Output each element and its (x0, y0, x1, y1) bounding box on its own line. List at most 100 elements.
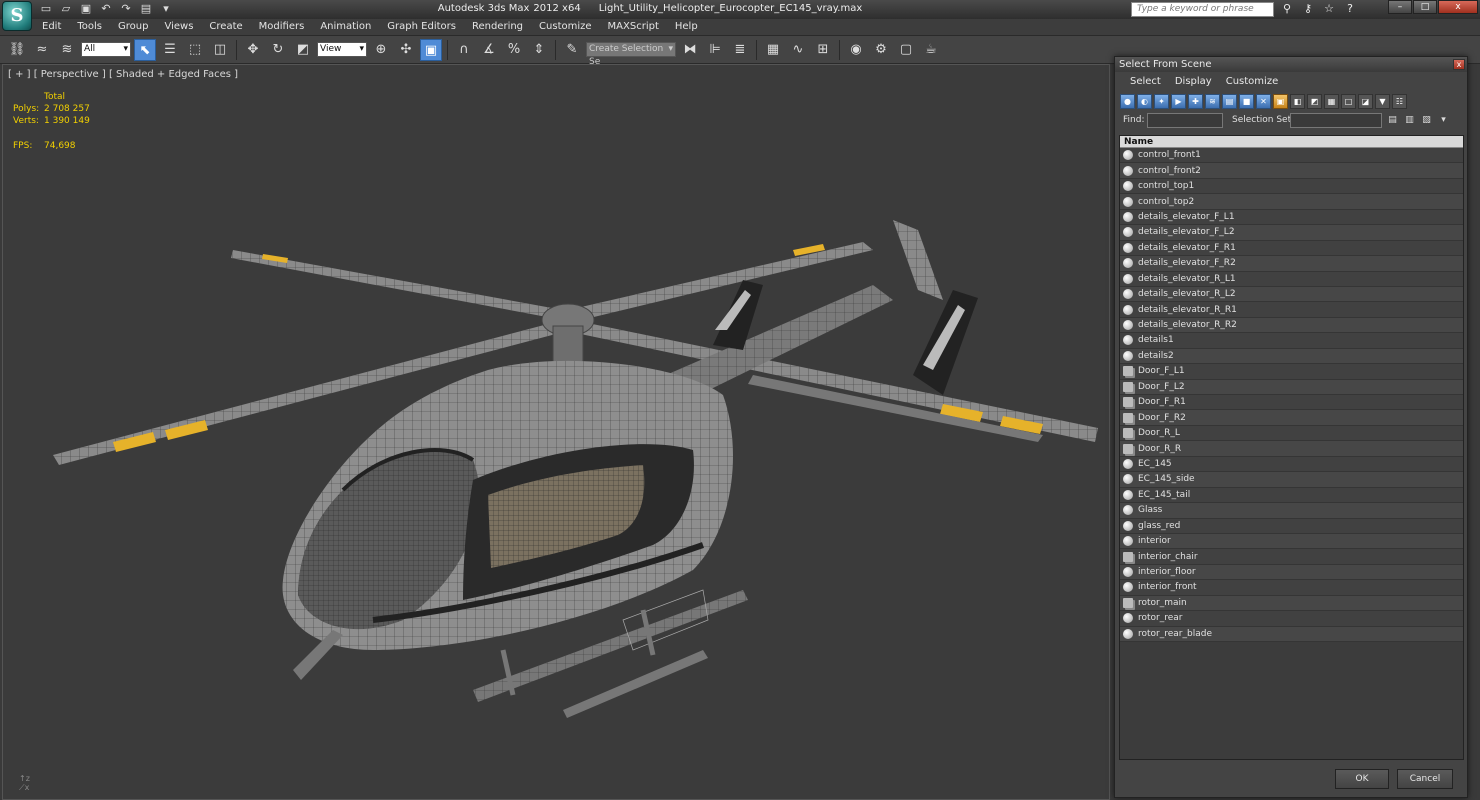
help-icon[interactable]: ? (1341, 1, 1359, 17)
named-selection-dropdown[interactable]: Create Selection Se (586, 42, 676, 67)
search-input[interactable]: Type a keyword or phrase (1131, 2, 1274, 17)
list-item[interactable]: Door_F_R2 (1120, 410, 1463, 426)
display-groups-icon[interactable]: ▤ (1222, 93, 1237, 109)
list-item[interactable]: EC_145 (1120, 456, 1463, 473)
angle-snap-icon[interactable]: ∡ (478, 39, 500, 61)
list-item[interactable]: control_front2 (1120, 163, 1463, 179)
display-space-warps-icon[interactable]: ≋ (1205, 93, 1220, 109)
find-input[interactable] (1147, 113, 1223, 128)
list-item[interactable]: control_top1 (1120, 178, 1463, 195)
window-crossing-icon[interactable]: ◫ (209, 39, 231, 61)
scale-icon[interactable]: ◩ (292, 39, 314, 61)
ok-button[interactable]: OK (1335, 769, 1389, 789)
layer-manager-icon[interactable]: ≣ (729, 39, 751, 61)
app-logo-icon[interactable]: S (2, 1, 32, 31)
dialog-menu-customize[interactable]: Customize (1219, 72, 1286, 91)
spinner-snap-icon[interactable]: ⇕ (528, 39, 550, 61)
perspective-viewport[interactable]: [ + ] [ Perspective ] [ Shaded + Edged F… (2, 64, 1110, 800)
rotate-icon[interactable]: ↻ (267, 39, 289, 61)
create-selection-set-icon[interactable]: ▤ (1386, 114, 1399, 127)
list-item[interactable]: details_elevator_F_L2 (1120, 225, 1463, 241)
list-item[interactable]: details_elevator_F_R1 (1120, 240, 1463, 257)
display-hidden-icon[interactable]: ◩ (1307, 93, 1322, 109)
display-lights-icon[interactable]: ✦ (1154, 93, 1169, 109)
list-item[interactable]: Door_R_L (1120, 425, 1463, 442)
graphite-ribbon-icon[interactable]: ▦ (762, 39, 784, 61)
menu-rendering[interactable]: Rendering (464, 20, 531, 34)
list-item[interactable]: details_elevator_R_L1 (1120, 271, 1463, 287)
bind-space-warp-icon[interactable]: ≋ (56, 39, 78, 61)
display-containers-icon[interactable]: ▣ (1273, 93, 1288, 109)
mirror-icon[interactable]: ⧓ (679, 39, 701, 61)
list-item[interactable]: rotor_main (1120, 595, 1463, 612)
dialog-close-icon[interactable]: x (1453, 59, 1465, 70)
edit-named-selection-icon[interactable]: ✎ (561, 39, 583, 61)
binoculars-icon[interactable]: ⚲ (1278, 1, 1296, 17)
list-item[interactable]: control_top2 (1120, 194, 1463, 210)
list-item[interactable]: details_elevator_F_R2 (1120, 256, 1463, 272)
dialog-title[interactable]: Select From Scene (1115, 57, 1467, 72)
list-item[interactable]: Door_F_L1 (1120, 364, 1463, 380)
display-frozen-icon[interactable]: ◧ (1290, 93, 1305, 109)
material-editor-icon[interactable]: ◉ (845, 39, 867, 61)
display-xrefs-icon[interactable]: ■ (1239, 93, 1254, 109)
list-item[interactable]: rotor_rear (1120, 611, 1463, 627)
display-bones-icon[interactable]: ✕ (1256, 93, 1271, 109)
display-cameras-icon[interactable]: ▶ (1171, 93, 1186, 109)
select-manipulate-icon[interactable]: ✣ (395, 39, 417, 61)
dialog-menu-display[interactable]: Display (1168, 72, 1219, 91)
add-to-selection-set-icon[interactable]: ▧ (1420, 114, 1433, 127)
key-icon[interactable]: ⚷ (1299, 1, 1317, 17)
list-item[interactable]: Door_R_R (1120, 441, 1463, 457)
menu-create[interactable]: Create (201, 20, 250, 34)
snap-toggle-icon[interactable]: ∩ (453, 39, 475, 61)
minimize-button[interactable]: – (1388, 0, 1412, 14)
menu-group[interactable]: Group (110, 20, 156, 34)
menu-edit[interactable]: Edit (34, 20, 69, 34)
list-item[interactable]: interior (1120, 533, 1463, 550)
selection-set-dropdown[interactable] (1290, 113, 1382, 128)
curve-editor-icon[interactable]: ∿ (787, 39, 809, 61)
menu-views[interactable]: Views (156, 20, 201, 34)
chevron-down-icon[interactable]: ▾ (1437, 114, 1450, 127)
menu-graph-editors[interactable]: Graph Editors (379, 20, 464, 34)
display-geometry-icon[interactable]: ● (1120, 93, 1135, 109)
scene-object-list[interactable]: Name control_front1 control_front2 control… (1119, 135, 1464, 760)
cancel-button[interactable]: Cancel (1397, 769, 1453, 789)
list-item[interactable]: EC_145_tail (1120, 487, 1463, 504)
rendered-frame-window-icon[interactable]: ▢ (895, 39, 917, 61)
schematic-view-icon[interactable]: ⊞ (812, 39, 834, 61)
dialog-menu-select[interactable]: Select (1123, 72, 1168, 91)
remove-selection-set-icon[interactable]: ▥ (1403, 114, 1416, 127)
list-item[interactable]: interior_floor (1120, 564, 1463, 581)
reference-coordinate-dropdown[interactable]: View (317, 42, 367, 57)
list-item[interactable]: interior_front (1120, 580, 1463, 596)
percent-snap-icon[interactable]: % (503, 39, 525, 61)
list-item[interactable]: details2 (1120, 348, 1463, 365)
list-item[interactable]: Door_F_R1 (1120, 395, 1463, 411)
list-item[interactable]: details_elevator_R_R2 (1120, 317, 1463, 334)
select-none-icon[interactable]: □ (1341, 93, 1356, 109)
unlink-icon[interactable]: ≈ (31, 39, 53, 61)
column-header-name[interactable]: Name (1120, 136, 1463, 148)
list-item[interactable]: interior_chair (1120, 549, 1463, 565)
keyboard-shortcut-override-icon[interactable]: ▣ (420, 38, 442, 61)
selection-filter-dropdown[interactable]: All (81, 42, 131, 57)
list-item[interactable]: EC_145_side (1120, 472, 1463, 488)
list-item[interactable]: details_elevator_R_L2 (1120, 286, 1463, 303)
pivot-center-icon[interactable]: ⊕ (370, 39, 392, 61)
render-teapot-icon[interactable]: ☕ (920, 39, 942, 61)
rectangular-selection-icon[interactable]: ⬚ (184, 39, 206, 61)
menu-modifiers[interactable]: Modifiers (251, 20, 313, 34)
select-all-icon[interactable]: ▦ (1324, 93, 1339, 109)
star-icon[interactable]: ☆ (1320, 1, 1338, 17)
maximize-button[interactable]: □ (1413, 0, 1437, 14)
list-item[interactable]: glass_red (1120, 518, 1463, 534)
list-item[interactable]: details_elevator_F_L1 (1120, 209, 1463, 226)
select-invert-icon[interactable]: ◪ (1358, 93, 1373, 109)
helicopter-wireframe-model[interactable] (43, 150, 1103, 750)
list-item[interactable]: Glass (1120, 503, 1463, 519)
filter-options-icon[interactable]: ☷ (1392, 93, 1407, 109)
select-by-name-icon[interactable]: ☰ (159, 39, 181, 61)
display-helpers-icon[interactable]: ✚ (1188, 93, 1203, 109)
